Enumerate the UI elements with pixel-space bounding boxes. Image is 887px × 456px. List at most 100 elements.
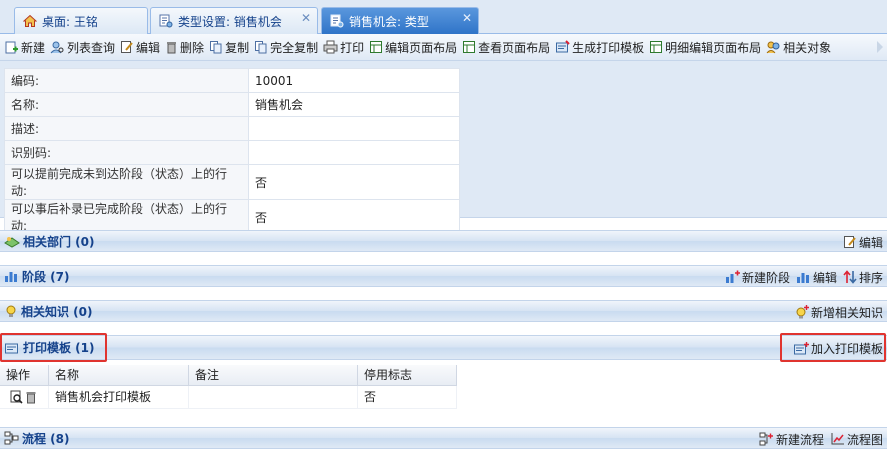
workflow-chart-button[interactable]: 流程图 [830, 431, 883, 448]
property-row: 描述: [4, 116, 460, 141]
tab-desktop[interactable]: 桌面: 王铭 [14, 7, 148, 34]
row-disabled-cell: 否 [358, 386, 457, 408]
column-header-ops[interactable]: 操作 [0, 365, 49, 385]
property-label: 识别码: [4, 140, 249, 165]
trash-icon [165, 40, 178, 54]
property-value: 否 [248, 164, 460, 200]
section-workflows: 流程 (8) 新建流程 流程图 [0, 427, 887, 449]
full-copy-button[interactable]: 完全复制 [252, 36, 321, 58]
property-row: 识别码: [4, 140, 460, 165]
property-value [248, 140, 460, 165]
view-layout-button[interactable]: 查看页面布局 [460, 36, 553, 58]
generate-print-template-button[interactable]: 生成打印模板 [553, 36, 647, 58]
property-value: 10001 [248, 68, 460, 93]
section-departments-header[interactable]: 相关部门 (0) [0, 233, 95, 250]
column-header-name[interactable]: 名称 [49, 365, 189, 385]
property-row: 可以提前完成未到达阶段（状态）上的行动: 否 [4, 164, 460, 200]
column-header-note[interactable]: 备注 [189, 365, 358, 385]
row-note-cell [189, 386, 358, 408]
property-value [248, 116, 460, 141]
stages-sort-button[interactable]: 排序 [843, 269, 883, 286]
print-button[interactable]: 打印 [321, 36, 367, 58]
row-ops-cell [0, 386, 49, 408]
table-row[interactable]: 销售机会打印模板 否 [0, 386, 457, 409]
bar-chart-add-icon [725, 270, 740, 284]
department-icon [4, 234, 20, 248]
tab-type-settings[interactable]: 类型设置: 销售机会 ✕ [150, 7, 318, 34]
property-row: 名称: 销售机会 [4, 92, 460, 117]
layout-icon [462, 40, 476, 54]
property-label: 描述: [4, 116, 249, 141]
printer-icon [323, 40, 338, 54]
edit-layout-button[interactable]: 编辑页面布局 [367, 36, 460, 58]
delete-button[interactable]: 删除 [163, 36, 207, 58]
new-workflow-button[interactable]: 新建流程 [759, 431, 824, 448]
print-template-icon [4, 341, 20, 355]
departments-edit-button[interactable]: 编辑 [843, 234, 883, 251]
tab-type-settings-label: 类型设置: 销售机会 [178, 14, 282, 29]
edit-icon [120, 40, 134, 54]
flow-chart-icon [830, 432, 845, 446]
property-row: 编码: 10001 [4, 68, 460, 93]
workflow-add-icon [759, 432, 774, 446]
section-stages-header[interactable]: 阶段 (7) [0, 268, 70, 285]
new-stage-button[interactable]: 新建阶段 [725, 269, 790, 286]
section-stages-actions: 新建阶段 编辑 排序 [719, 266, 883, 288]
bar-chart-icon [4, 269, 19, 283]
tab-desktop-label: 桌面: 王铭 [42, 14, 98, 29]
section-workflows-header[interactable]: 流程 (8) [0, 430, 70, 447]
tab-sales-opportunity-type[interactable]: 销售机会: 类型 ✕ [321, 7, 479, 34]
main-content: 编码: 10001 名称: 销售机会 描述: 识别码: 可以提前完成未到达阶段（状态… [0, 61, 887, 456]
home-icon [23, 14, 37, 28]
section-knowledge-header[interactable]: 相关知识 (0) [0, 303, 93, 320]
section-departments: 相关部门 (0) 编辑 [0, 230, 887, 252]
section-knowledge-actions: 新增相关知识 [788, 301, 883, 323]
section-departments-actions: 编辑 [837, 231, 883, 253]
close-icon[interactable]: ✕ [301, 11, 311, 25]
toolbar: 新建 列表查询 编辑 删除 复制 完全复制 打印 编辑页面布局 查看页面布局 生… [0, 34, 887, 61]
property-value: 销售机会 [248, 92, 460, 117]
type-settings-icon [330, 14, 344, 28]
new-button[interactable]: 新建 [2, 36, 48, 58]
sort-icon [843, 270, 857, 284]
edit-icon [843, 235, 857, 249]
section-print-templates-header[interactable]: 打印模板 (1) [0, 339, 95, 356]
bar-chart-icon [796, 270, 811, 284]
add-print-template-button[interactable]: 加入打印模板 [793, 340, 883, 357]
section-print-templates-actions: 加入打印模板 [787, 336, 883, 361]
section-knowledge: 相关知识 (0) 新增相关知识 [0, 300, 887, 322]
layout-icon [649, 40, 663, 54]
stages-edit-button[interactable]: 编辑 [796, 269, 837, 286]
list-query-button[interactable]: 列表查询 [48, 36, 118, 58]
copy-icon [209, 40, 223, 54]
column-header-disabled[interactable]: 停用标志 [358, 365, 457, 385]
layout-icon [369, 40, 383, 54]
properties-panel: 编码: 10001 名称: 销售机会 描述: 识别码: 可以提前完成未到达阶段（状态… [0, 61, 887, 235]
section-workflows-actions: 新建流程 流程图 [753, 428, 883, 450]
lightbulb-icon [4, 304, 18, 318]
workflow-icon [4, 431, 19, 445]
edit-button[interactable]: 编辑 [118, 36, 163, 58]
view-icon[interactable] [10, 390, 23, 404]
property-label: 可以提前完成未到达阶段（状态）上的行动: [4, 164, 249, 200]
row-name-cell[interactable]: 销售机会打印模板 [49, 386, 189, 408]
lightbulb-add-icon [794, 305, 809, 319]
copy-button[interactable]: 复制 [207, 36, 252, 58]
property-label: 名称: [4, 92, 249, 117]
properties-table: 编码: 10001 名称: 销售机会 描述: 识别码: 可以提前完成未到达阶段（状态… [4, 68, 460, 235]
type-settings-icon [159, 14, 173, 28]
new-doc-icon [4, 40, 19, 55]
detail-edit-layout-button[interactable]: 明细编辑页面布局 [647, 36, 764, 58]
print-template-icon [555, 40, 570, 54]
section-stages: 阶段 (7) 新建阶段 编辑 排序 [0, 265, 887, 287]
trash-icon[interactable] [25, 390, 37, 404]
tab-sales-opportunity-type-label: 销售机会: 类型 [349, 14, 429, 29]
property-label: 编码: [4, 68, 249, 93]
related-objects-button[interactable]: 相关对象 [764, 36, 834, 58]
template-grid-header: 操作 名称 备注 停用标志 [0, 365, 457, 386]
add-knowledge-button[interactable]: 新增相关知识 [794, 304, 883, 321]
toolbar-scroll-right-icon[interactable] [877, 41, 883, 53]
close-icon[interactable]: ✕ [462, 11, 472, 25]
tab-bar: 桌面: 王铭 类型设置: 销售机会 ✕ 销售机会: 类型 ✕ [0, 0, 887, 34]
section-print-templates: 打印模板 (1) 加入打印模板 [0, 335, 887, 360]
